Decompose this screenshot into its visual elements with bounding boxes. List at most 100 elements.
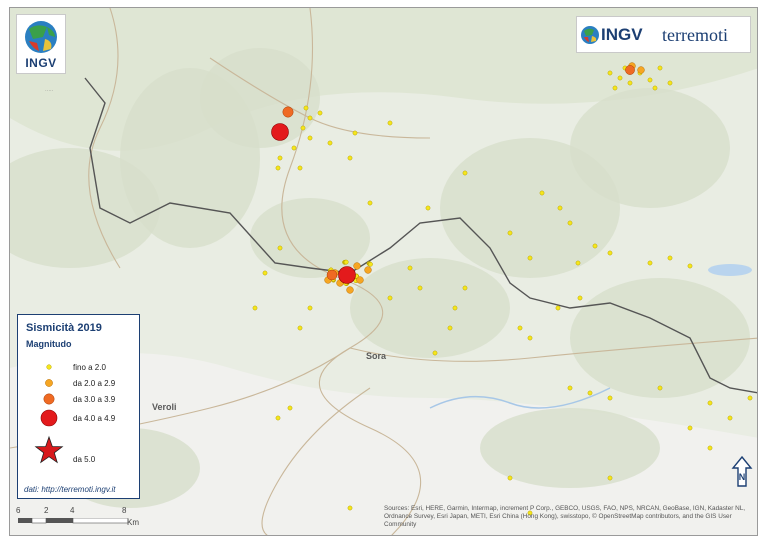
event-small bbox=[275, 165, 281, 171]
event-small bbox=[425, 205, 431, 211]
event-small bbox=[417, 285, 423, 291]
event-small bbox=[297, 165, 303, 171]
event-small bbox=[300, 125, 306, 131]
legend-symbols bbox=[34, 364, 64, 464]
event-small bbox=[387, 295, 393, 301]
event-m3 bbox=[326, 269, 338, 281]
event-small bbox=[647, 260, 653, 266]
event-small bbox=[447, 325, 453, 331]
brand-text-strong: INGV bbox=[601, 25, 643, 44]
north-label: N bbox=[739, 472, 746, 482]
brand-globe-icon bbox=[581, 26, 599, 44]
event-small bbox=[707, 400, 713, 406]
event-small bbox=[327, 140, 333, 146]
event-medium bbox=[346, 286, 354, 294]
logo-text: INGV bbox=[25, 56, 57, 70]
map-frame: ····· Sora Veroli INGV INGV terremoti Si… bbox=[0, 0, 768, 543]
legend-label-5: da 5.0 bbox=[73, 455, 96, 464]
event-m3 bbox=[625, 65, 635, 75]
event-small bbox=[307, 305, 313, 311]
event-small bbox=[567, 385, 573, 391]
town-label-veroli: Veroli bbox=[152, 402, 177, 412]
event-small bbox=[275, 415, 281, 421]
event-small bbox=[667, 255, 673, 261]
event-small bbox=[612, 85, 618, 91]
relief-area bbox=[570, 278, 750, 398]
event-small bbox=[277, 245, 283, 251]
event-small bbox=[607, 395, 613, 401]
event-small bbox=[352, 130, 358, 136]
event-medium bbox=[353, 262, 361, 270]
event-small bbox=[387, 120, 393, 126]
legend-symbol-3 bbox=[43, 393, 55, 405]
north-arrow: N bbox=[731, 455, 753, 488]
event-small bbox=[555, 305, 561, 311]
event-small bbox=[347, 155, 353, 161]
relief-area bbox=[480, 408, 660, 488]
scale-unit: Km bbox=[127, 518, 139, 527]
town-label-sora: Sora bbox=[366, 351, 387, 361]
event-small bbox=[291, 145, 297, 151]
event-small bbox=[647, 77, 653, 83]
map-attribution: Sources: Esri, HERE, Garmin, Intermap, i… bbox=[384, 505, 746, 528]
legend-label-1: fino a 2.0 bbox=[73, 363, 106, 372]
event-small bbox=[667, 80, 673, 86]
scale-tick-0: 6 bbox=[16, 506, 21, 515]
scale-bar: 6 2 4 8 Km bbox=[14, 506, 154, 530]
event-small bbox=[432, 350, 438, 356]
event-small bbox=[607, 250, 613, 256]
event-small bbox=[657, 65, 663, 71]
ingv-logo: INGV bbox=[16, 14, 66, 74]
scale-tick-2: 2 bbox=[44, 506, 49, 515]
event-small bbox=[407, 265, 413, 271]
brand-text-light: terremoti bbox=[662, 25, 728, 45]
lake bbox=[708, 264, 752, 276]
event-small bbox=[592, 243, 598, 249]
event-small bbox=[507, 230, 513, 236]
event-small bbox=[652, 85, 658, 91]
event-small bbox=[462, 285, 468, 291]
relief-area bbox=[570, 88, 730, 208]
globe-icon bbox=[25, 21, 57, 53]
event-small bbox=[517, 325, 523, 331]
event-small bbox=[687, 263, 693, 269]
event-small bbox=[587, 390, 593, 396]
scale-tick-4: 4 bbox=[70, 506, 75, 515]
event-small bbox=[368, 261, 373, 267]
event-medium bbox=[637, 66, 645, 74]
event-medium bbox=[364, 266, 372, 274]
event-small bbox=[539, 190, 545, 196]
event-small bbox=[527, 335, 533, 341]
event-small bbox=[575, 260, 581, 266]
event-small bbox=[307, 115, 313, 121]
north-arrow-icon: N bbox=[731, 455, 753, 487]
event-small bbox=[252, 305, 258, 311]
legend-symbol-star bbox=[34, 435, 64, 464]
legend-label-3: da 3.0 a 3.9 bbox=[73, 395, 116, 404]
event-small bbox=[507, 475, 513, 481]
event-small bbox=[607, 70, 613, 76]
legend-source[interactable]: dati: http://terremoti.ingv.it bbox=[24, 485, 115, 494]
event-small bbox=[287, 405, 293, 411]
event-small bbox=[657, 385, 663, 391]
ingv-terremoti-brand: INGV terremoti bbox=[576, 16, 751, 53]
event-small bbox=[617, 75, 623, 81]
place-label: ····· bbox=[45, 88, 54, 94]
event-small bbox=[347, 505, 353, 511]
relief-area bbox=[350, 258, 510, 358]
event-m4 bbox=[338, 266, 356, 284]
legend: Sismicità 2019 Magnitudo fino a 2.0 da 2… bbox=[17, 314, 140, 499]
relief-area bbox=[250, 198, 370, 278]
event-small bbox=[687, 425, 693, 431]
event-small bbox=[707, 445, 713, 451]
legend-symbol-small bbox=[46, 364, 52, 370]
event-small bbox=[262, 270, 268, 276]
legend-label-2: da 2.0 a 2.9 bbox=[73, 379, 116, 388]
event-small bbox=[452, 305, 458, 311]
event-m4 bbox=[271, 123, 289, 141]
event-small bbox=[527, 255, 533, 261]
event-small bbox=[567, 220, 573, 226]
legend-label-4: da 4.0 a 4.9 bbox=[73, 414, 116, 423]
scale-bar-graphic bbox=[18, 518, 129, 524]
event-small bbox=[307, 135, 313, 141]
